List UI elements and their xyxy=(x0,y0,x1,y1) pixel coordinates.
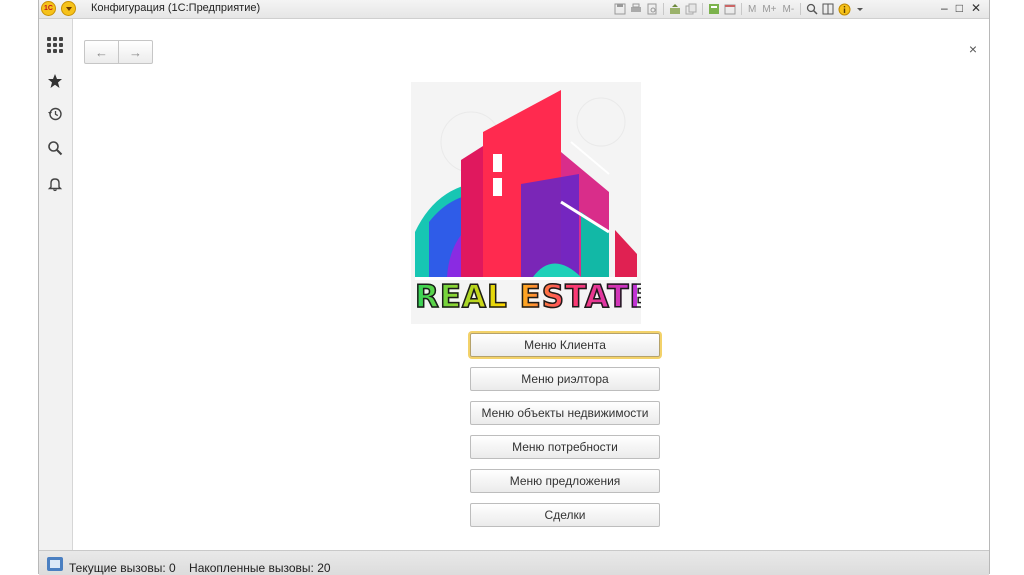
memory-add-button[interactable]: M+ xyxy=(760,2,778,16)
performance-icon[interactable] xyxy=(47,557,63,571)
window-controls: – □ ✕ xyxy=(941,0,981,17)
navigation-buttons: ← → xyxy=(84,40,153,64)
maximize-button[interactable]: □ xyxy=(956,0,963,17)
info-dropdown-icon[interactable] xyxy=(853,2,867,16)
close-window-button[interactable]: ✕ xyxy=(971,0,981,17)
main-content: ← → × REAL ESTATE Меню Клиента Меню риэл… xyxy=(73,19,989,550)
main-menu-list: Меню Клиента Меню риэлтора Меню объекты … xyxy=(470,333,664,537)
calendar-icon[interactable] xyxy=(723,2,737,16)
accumulated-calls: Накопленные вызовы: 20 xyxy=(189,561,331,575)
title-bar: 1С Конфигурация (1С:Предприятие) M M+ M-… xyxy=(39,0,989,19)
forward-button[interactable]: → xyxy=(118,41,152,63)
client-menu-button[interactable]: Меню Клиента xyxy=(470,333,660,357)
status-text: Текущие вызовы: 0 Накопленные вызовы: 20 xyxy=(69,561,331,575)
status-bar: Текущие вызовы: 0 Накопленные вызовы: 20 xyxy=(39,550,989,575)
panels-icon[interactable] xyxy=(821,2,835,16)
sections-icon[interactable] xyxy=(46,36,64,54)
preview-icon[interactable] xyxy=(645,2,659,16)
favorites-icon[interactable] xyxy=(46,72,64,90)
toolbar-separator xyxy=(741,3,742,15)
info-icon[interactable] xyxy=(837,2,851,16)
toolbar-separator xyxy=(702,3,703,15)
toolbar-separator xyxy=(663,3,664,15)
real-estate-logo: REAL ESTATE xyxy=(411,82,641,324)
main-menu-button[interactable] xyxy=(61,1,76,16)
memory-button[interactable]: M xyxy=(746,2,758,16)
back-button[interactable]: ← xyxy=(85,41,118,63)
window-title: Конфигурация (1С:Предприятие) xyxy=(91,2,261,14)
sections-panel xyxy=(39,19,73,550)
search-icon[interactable] xyxy=(46,139,64,157)
close-form-button[interactable]: × xyxy=(969,41,977,57)
save-icon[interactable] xyxy=(613,2,627,16)
offers-menu-button[interactable]: Меню предложения xyxy=(470,469,660,493)
copy-icon[interactable] xyxy=(684,2,698,16)
notifications-icon[interactable] xyxy=(46,175,64,193)
calculator-icon[interactable] xyxy=(707,2,721,16)
memory-subtract-button[interactable]: M- xyxy=(781,2,797,16)
toolbar-separator xyxy=(800,3,802,15)
print-icon[interactable] xyxy=(629,2,643,16)
history-icon[interactable] xyxy=(46,105,64,123)
app-window: 1С Конфигурация (1С:Предприятие) M M+ M-… xyxy=(38,0,990,575)
current-calls: Текущие вызовы: 0 xyxy=(69,561,176,575)
needs-menu-button[interactable]: Меню потребности xyxy=(470,435,660,459)
zoom-icon[interactable] xyxy=(805,2,819,16)
title-toolbar: M M+ M- xyxy=(613,1,867,17)
logo-title: REAL ESTATE xyxy=(414,278,641,316)
deals-button[interactable]: Сделки xyxy=(470,503,660,527)
app-logo-icon[interactable]: 1С xyxy=(41,1,56,16)
property-menu-button[interactable]: Меню объекты недвижимости xyxy=(470,401,660,425)
send-icon[interactable] xyxy=(668,2,682,16)
minimize-button[interactable]: – xyxy=(941,0,948,17)
realtor-menu-button[interactable]: Меню риэлтора xyxy=(470,367,660,391)
